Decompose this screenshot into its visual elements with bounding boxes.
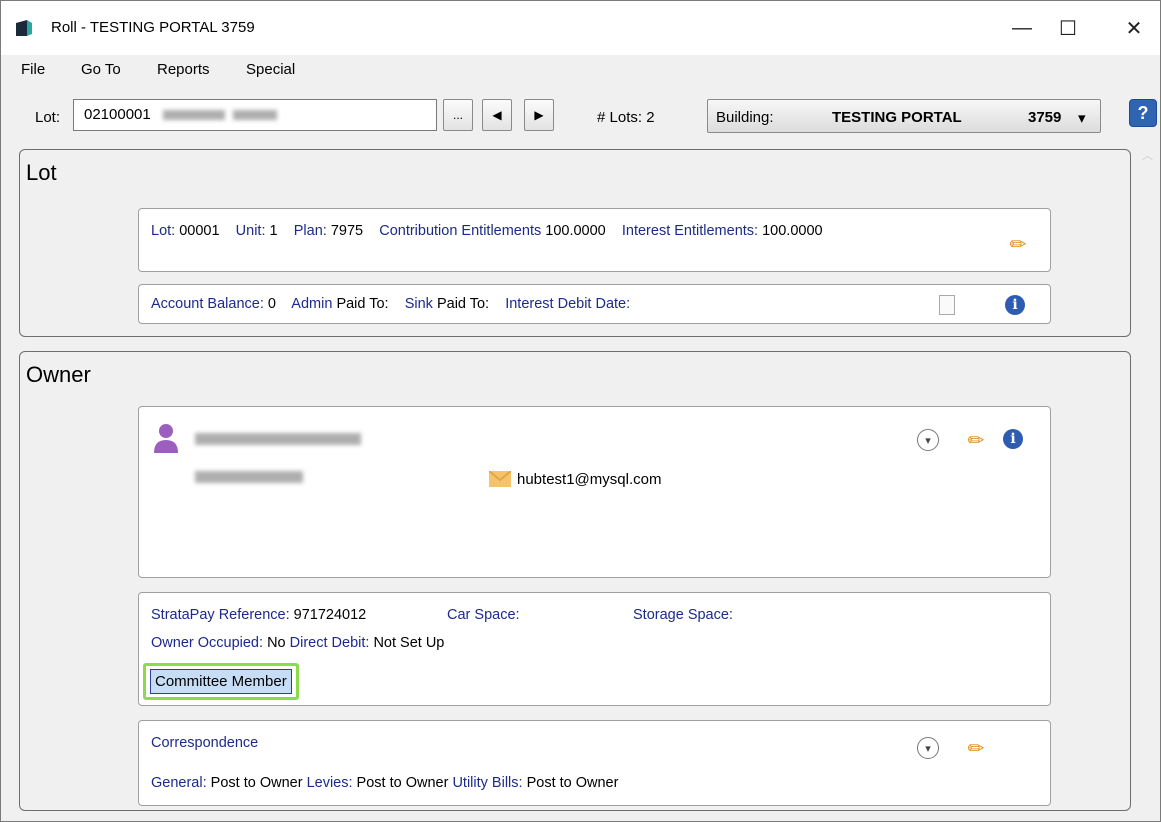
owner-contact-card: hubtest1@mysql.com ▾ ✏ i	[138, 406, 1051, 578]
stratapay-reference-label: StrataPay Reference:	[151, 607, 290, 623]
general-label: General:	[151, 775, 207, 791]
edit-icon[interactable]: ✏	[965, 429, 987, 452]
admin-paid-to-label: Paid To:	[336, 296, 389, 312]
interest-debit-date-label: Interest Debit Date:	[505, 296, 631, 312]
info-icon[interactable]: i	[1003, 429, 1023, 449]
scroll-up-icon[interactable]: ︿	[1142, 147, 1153, 163]
chevron-down-icon[interactable]: ▾	[917, 737, 939, 759]
previous-lot-button[interactable]: ◀	[482, 99, 512, 131]
document-icon[interactable]	[939, 295, 955, 315]
redacted-owner-subtitle	[195, 471, 303, 483]
levies-value: Post to Owner	[356, 775, 449, 791]
edit-icon[interactable]: ✏	[1007, 233, 1029, 256]
account-balance-value: 0	[267, 296, 276, 312]
maximize-button[interactable]: ☐	[1041, 1, 1095, 55]
lots-count: # Lots: 2	[597, 109, 655, 126]
toolbar: Lot: 02100001 ... ◀ ▶ # Lots: 2 Building…	[1, 87, 1160, 145]
correspondence-title: Correspondence	[151, 735, 259, 751]
lot-label: Lot:	[35, 109, 61, 126]
window-title: Roll - TESTING PORTAL 3759	[51, 19, 255, 36]
app-logo-icon	[16, 20, 32, 36]
owner-panel-title: Owner	[26, 362, 91, 387]
lot-panel-title: Lot	[26, 160, 57, 185]
utility-bills-value: Post to Owner	[526, 775, 619, 791]
lot-number-label: Lot:	[151, 223, 176, 239]
occupancy-row: Owner Occupied: No Direct Debit: Not Set…	[151, 635, 444, 651]
direct-debit-label: Direct Debit:	[289, 635, 370, 651]
contribution-entitlements-label: Contribution Entitlements	[379, 223, 542, 239]
redacted-text	[162, 110, 225, 121]
vertical-scrollbar[interactable]: ︿	[1138, 145, 1158, 819]
building-select[interactable]: Building: TESTING PORTAL 3759 ▾	[707, 99, 1101, 133]
lot-input[interactable]: 02100001	[73, 99, 437, 131]
levies-label: Levies:	[306, 775, 353, 791]
sink-label: Sink	[404, 296, 433, 312]
committee-member-label: Committee Member	[150, 669, 292, 694]
menu-reports[interactable]: Reports	[157, 61, 210, 78]
lot-panel: Lot Lot: 00001 Unit: 1 Plan: 7975 Contri…	[19, 149, 1131, 337]
owner-occupied-value: No	[267, 635, 286, 651]
lot-number-value: 00001	[179, 223, 220, 239]
car-space-label: Car Space:	[447, 607, 520, 623]
account-balance-label: Account Balance:	[151, 296, 264, 312]
close-button[interactable]: ✕	[1107, 1, 1161, 55]
roll-window: Roll - TESTING PORTAL 3759 — ☐ ✕ File Go…	[0, 0, 1161, 822]
menu-special[interactable]: Special	[246, 61, 295, 78]
building-label: Building:	[716, 109, 774, 126]
storage-space-label: Storage Space:	[633, 607, 733, 623]
help-icon[interactable]: ?	[1129, 99, 1157, 127]
menu-bar: File Go To Reports Special	[1, 55, 1160, 87]
menu-go-to[interactable]: Go To	[81, 61, 121, 78]
unit-value: 1	[269, 223, 278, 239]
chevron-down-icon[interactable]: ▾	[917, 429, 939, 451]
account-card: Account Balance: 0 Admin Paid To: Sink P…	[138, 284, 1051, 324]
admin-label: Admin	[291, 296, 333, 312]
building-name: TESTING PORTAL	[832, 109, 962, 126]
info-icon[interactable]: i	[1005, 295, 1025, 315]
committee-member-button[interactable]: Committee Member	[143, 663, 299, 700]
person-icon	[154, 424, 178, 453]
title-bar: Roll - TESTING PORTAL 3759 — ☐ ✕	[1, 1, 1160, 55]
strata-row: StrataPay Reference: 971724012	[151, 607, 366, 623]
correspondence-card: Correspondence ▾ ✏ General: Post to Owne…	[138, 720, 1051, 806]
owner-panel: Owner hubtest1@mysql.com ▾ ✏ i StrataPay…	[19, 351, 1131, 811]
lot-lookup-button[interactable]: ...	[443, 99, 473, 131]
unit-label: Unit:	[235, 223, 266, 239]
utility-bills-label: Utility Bills:	[452, 775, 523, 791]
menu-file[interactable]: File	[21, 61, 45, 78]
account-row: Account Balance: 0 Admin Paid To: Sink P…	[151, 296, 630, 312]
stratapay-reference-value: 971724012	[293, 607, 367, 623]
plan-value: 7975	[330, 223, 364, 239]
lot-input-value: 02100001	[84, 106, 151, 123]
direct-debit-value: Not Set Up	[373, 635, 445, 651]
interest-entitlements-value: 100.0000	[762, 223, 823, 239]
plan-label: Plan:	[293, 223, 327, 239]
owner-details-card: StrataPay Reference: 971724012 Car Space…	[138, 592, 1051, 706]
sink-paid-to-label: Paid To:	[436, 296, 490, 312]
redacted-text	[233, 110, 278, 121]
next-lot-button[interactable]: ▶	[524, 99, 554, 131]
general-value: Post to Owner	[210, 775, 303, 791]
contribution-entitlements-value: 100.0000	[545, 223, 606, 239]
owner-email[interactable]: hubtest1@mysql.com	[517, 471, 661, 488]
chevron-down-icon: ▾	[1078, 110, 1086, 127]
lot-details-card: Lot: 00001 Unit: 1 Plan: 7975 Contributi…	[138, 208, 1051, 272]
edit-icon[interactable]: ✏	[965, 737, 987, 760]
correspondence-row: General: Post to Owner Levies: Post to O…	[151, 775, 618, 791]
interest-entitlements-label: Interest Entitlements:	[621, 223, 759, 239]
lot-details-row: Lot: 00001 Unit: 1 Plan: 7975 Contributi…	[151, 223, 823, 239]
owner-occupied-label: Owner Occupied:	[151, 635, 264, 651]
email-icon	[489, 471, 511, 487]
building-number: 3759	[1028, 109, 1062, 126]
redacted-owner-name	[195, 433, 361, 445]
